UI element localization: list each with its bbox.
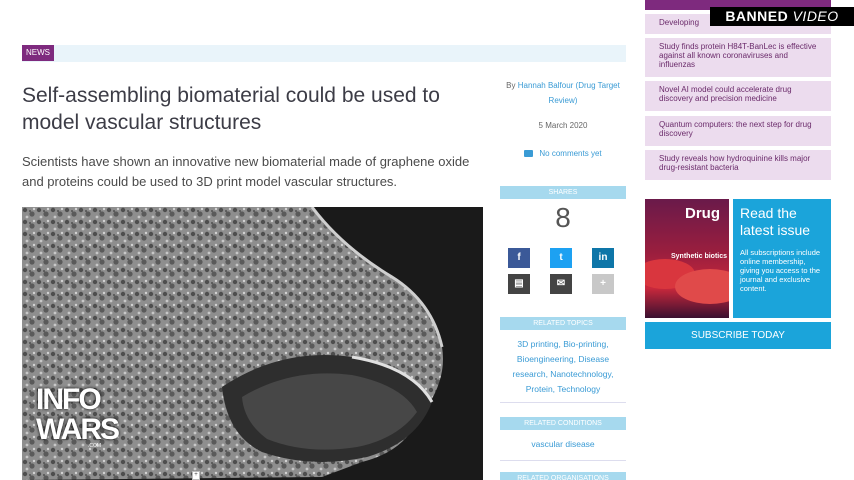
comments-link[interactable]: No comments yet bbox=[500, 149, 626, 158]
latest-issue-panel[interactable]: Read the latest issue All subscriptions … bbox=[733, 199, 831, 318]
sidebar-news-item[interactable]: Study reveals how hydroquinine kills maj… bbox=[645, 150, 831, 180]
cover-logo: Drug bbox=[685, 205, 720, 222]
shares-count: 8 bbox=[555, 202, 571, 233]
author-link[interactable]: Hannah Balfour (Drug Target Review) bbox=[518, 81, 620, 105]
article-header-bar bbox=[22, 45, 626, 62]
related-conditions-label: RELATED CONDITIONS bbox=[500, 417, 626, 430]
infowars-watermark: INFO WARS .COM bbox=[36, 385, 120, 455]
sidebar-news-item[interactable]: Study finds protein H84T-BanLec is effec… bbox=[645, 38, 831, 77]
publish-date: 5 March 2020 bbox=[538, 121, 588, 130]
divider bbox=[500, 460, 626, 461]
related-organisations-label: RELATED ORGANISATIONS bbox=[500, 472, 626, 480]
comments-label[interactable]: No comments yet bbox=[539, 149, 601, 158]
cover-headline: Synthetic biotics bbox=[671, 253, 728, 260]
plus-icon[interactable]: + bbox=[592, 274, 614, 294]
image-expand-icon[interactable]: + bbox=[192, 471, 200, 480]
infowars-line-2: WARS bbox=[36, 413, 120, 446]
article-subtitle: Scientists have shown an innovative new … bbox=[22, 154, 470, 189]
twitter-icon[interactable]: t bbox=[550, 248, 572, 268]
divider bbox=[500, 402, 626, 403]
cover-graphic bbox=[675, 269, 729, 304]
related-conditions-link[interactable]: vascular disease bbox=[500, 439, 626, 449]
video-text: VIDEO bbox=[792, 8, 839, 24]
byline-prefix: By bbox=[506, 81, 516, 90]
banned-video-watermark: BANNED VIDEO bbox=[710, 7, 854, 26]
latest-issue-heading: Read the latest issue bbox=[740, 205, 811, 238]
print-icon[interactable]: ▤ bbox=[508, 274, 530, 294]
article-title: Self-assembling biomaterial could be use… bbox=[22, 84, 440, 134]
sidebar-news-item[interactable]: Quantum computers: the next step for dru… bbox=[645, 116, 831, 146]
linkedin-icon[interactable]: in bbox=[592, 248, 614, 268]
facebook-icon[interactable]: f bbox=[508, 248, 530, 268]
infowars-sub: .COM bbox=[88, 443, 102, 449]
shares-label: SHARES bbox=[500, 186, 626, 199]
banned-text: BANNED bbox=[725, 8, 789, 24]
journal-cover[interactable]: Drug Synthetic biotics bbox=[645, 199, 729, 318]
related-topics-label: RELATED TOPICS bbox=[500, 317, 626, 330]
latest-issue-text: All subscriptions include online members… bbox=[740, 248, 821, 293]
category-tag[interactable]: NEWS bbox=[22, 45, 54, 61]
byline: By Hannah Balfour (Drug Target Review) bbox=[500, 78, 626, 108]
related-topics-links[interactable]: 3D printing, Bio-printing, Bioengineerin… bbox=[506, 337, 620, 397]
sidebar-news-item[interactable]: Novel AI model could accelerate drug dis… bbox=[645, 81, 831, 111]
subscribe-button[interactable]: SUBSCRIBE TODAY bbox=[645, 322, 831, 349]
infowars-line-1: INFO bbox=[36, 383, 102, 416]
comment-icon bbox=[524, 150, 534, 158]
email-icon[interactable]: ✉ bbox=[550, 274, 572, 294]
